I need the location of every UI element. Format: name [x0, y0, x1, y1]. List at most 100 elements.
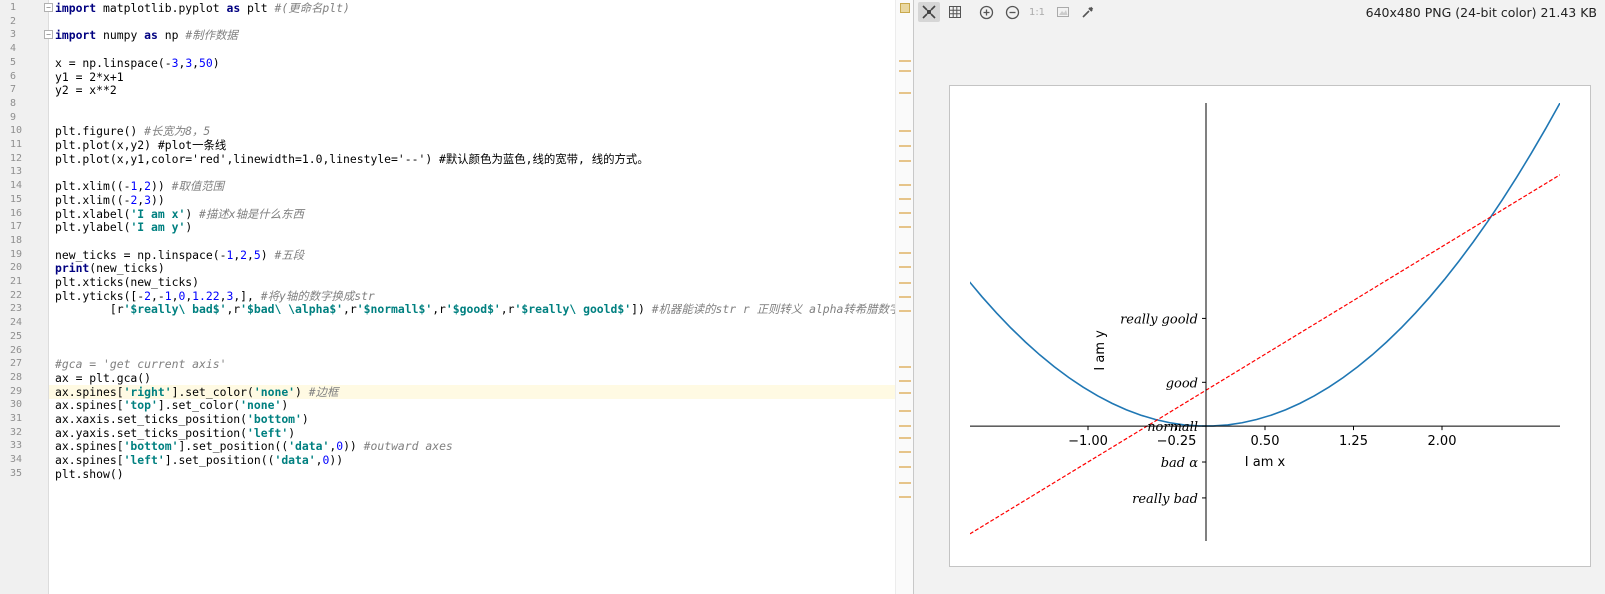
warning-marker[interactable]: [899, 198, 911, 200]
line-number: 30: [10, 399, 23, 411]
warning-marker[interactable]: [899, 145, 911, 147]
code-line[interactable]: [49, 97, 895, 111]
code-line[interactable]: ax = plt.gca(): [49, 371, 895, 385]
warning-marker[interactable]: [899, 296, 911, 298]
series-line-parabola: [970, 103, 1560, 427]
line-number: 34: [10, 454, 23, 466]
line-number: 15: [10, 193, 23, 205]
line-number: 4: [10, 43, 17, 55]
actual-size-icon[interactable]: 1:1: [1026, 2, 1048, 22]
code-line[interactable]: plt.xlim((-1,2)) #取值范围: [49, 179, 895, 193]
viewer-toolbar: 1:1 640x480 PNG (24-bit color) 21.43 KB: [914, 0, 1605, 24]
code-line[interactable]: plt.xlim((-2,3)): [49, 193, 895, 207]
code-line[interactable]: [49, 330, 895, 344]
color-picker-icon[interactable]: [1077, 2, 1099, 22]
code-line[interactable]: [49, 42, 895, 56]
warning-marker[interactable]: [899, 226, 911, 228]
line-number: 7: [10, 84, 17, 96]
code-line[interactable]: print(new_ticks): [49, 261, 895, 275]
code-line[interactable]: [49, 344, 895, 358]
code-line[interactable]: plt.plot(x,y2) #plot一条线: [49, 138, 895, 152]
grid-icon[interactable]: [944, 2, 966, 22]
series-line-linear: [970, 174, 1560, 535]
line-number: 6: [10, 70, 17, 82]
code-line[interactable]: [49, 234, 895, 248]
x-tick-label: −1.00: [1068, 434, 1108, 449]
line-number: 21: [10, 276, 23, 287]
code-line[interactable]: [49, 111, 895, 125]
code-line[interactable]: plt.yticks([-2,-1,0,1.22,3,], #将y轴的数字换成s…: [49, 289, 895, 303]
image-info-label: 640x480 PNG (24-bit color) 21.43 KB: [1365, 5, 1597, 20]
warning-marker[interactable]: [899, 496, 911, 498]
warning-marker[interactable]: [899, 160, 911, 162]
zoom-out-icon[interactable]: [1001, 2, 1023, 22]
warning-marker[interactable]: [899, 392, 911, 394]
warning-marker[interactable]: [899, 130, 911, 132]
code-area[interactable]: import matplotlib.pyplot as plt #(更命名plt…: [49, 0, 895, 594]
warning-marker[interactable]: [899, 410, 911, 412]
line-number: 28: [10, 371, 23, 383]
warning-marker[interactable]: [899, 212, 911, 214]
code-line[interactable]: plt.xlabel('I am x') #描述x轴是什么东西: [49, 207, 895, 221]
warning-marker[interactable]: [899, 380, 911, 382]
line-number: 19: [10, 248, 23, 260]
code-line[interactable]: ax.spines['left'].set_position(('data',0…: [49, 453, 895, 467]
code-line[interactable]: plt.show(): [49, 467, 895, 481]
code-line[interactable]: ax.spines['bottom'].set_position(('data'…: [49, 439, 895, 453]
code-line[interactable]: x = np.linspace(-3,3,50): [49, 56, 895, 70]
background-icon[interactable]: [1052, 2, 1074, 22]
warning-marker[interactable]: [899, 425, 911, 427]
line-number-gutter: 1 2 3 4 5 6 7 8 9 10 11 12 13 14 15 16 17 18 19 20 21 22 23 24 2…: [0, 0, 53, 594]
code-line[interactable]: y2 = x**2: [49, 83, 895, 97]
code-line[interactable]: [49, 316, 895, 330]
warning-marker[interactable]: [899, 70, 911, 72]
line-number: 12: [10, 152, 23, 164]
code-line[interactable]: plt.figure() #长宽为8，5: [49, 124, 895, 138]
line-number: 16: [10, 207, 23, 219]
warning-marker[interactable]: [899, 451, 911, 453]
code-line[interactable]: ax.spines['right'].set_color('none') #边框: [49, 384, 895, 399]
warning-marker[interactable]: [899, 437, 911, 439]
analysis-status-icon[interactable]: [900, 3, 910, 13]
line-number: 2: [10, 15, 17, 27]
zoom-in-icon[interactable]: [975, 2, 997, 22]
y-tick-label: normall: [1147, 420, 1198, 435]
code-line[interactable]: import matplotlib.pyplot as plt #(更命名plt…: [49, 1, 895, 15]
warning-marker[interactable]: [899, 282, 911, 284]
line-number: 23: [10, 303, 23, 315]
code-line[interactable]: [r'$really\ bad$',r'$bad\ \alpha$',r'$no…: [49, 302, 895, 316]
y-tick-label: good: [1166, 376, 1198, 391]
warning-marker[interactable]: [899, 482, 911, 484]
warning-marker[interactable]: [899, 60, 911, 62]
warning-marker[interactable]: [899, 252, 911, 254]
line-number: 26: [10, 344, 23, 356]
line-number: 20: [10, 262, 23, 274]
code-line[interactable]: #gca = 'get current axis': [49, 357, 895, 371]
code-line[interactable]: ax.xaxis.set_ticks_position('bottom'): [49, 412, 895, 426]
warning-marker[interactable]: [899, 266, 911, 268]
code-line[interactable]: plt.xticks(new_ticks): [49, 275, 895, 289]
warning-marker[interactable]: [899, 92, 911, 94]
warning-marker[interactable]: [899, 466, 911, 468]
warning-marker[interactable]: [899, 366, 911, 368]
code-line[interactable]: ax.spines['top'].set_color('none'): [49, 398, 895, 412]
code-line[interactable]: ax.yaxis.set_ticks_position('left'): [49, 426, 895, 440]
x-tick-label: 0.50: [1251, 434, 1280, 449]
y-tick-label: bad α: [1161, 456, 1199, 471]
code-line[interactable]: new_ticks = np.linspace(-1,2,5) #五段: [49, 248, 895, 262]
warning-marker[interactable]: [899, 184, 911, 186]
code-line[interactable]: [49, 165, 895, 179]
code-editor[interactable]: 1 2 3 4 5 6 7 8 9 10 11 12 13 14 15 16 17 18 19 20 21 22 23 24 2…: [0, 0, 913, 594]
code-line[interactable]: plt.ylabel('I am y'): [49, 220, 895, 234]
x-tick-label: 1.25: [1339, 434, 1368, 449]
code-line[interactable]: y1 = 2*x+1: [49, 70, 895, 84]
code-line[interactable]: import numpy as np #制作数据: [49, 28, 895, 42]
image-viewer: 1:1 640x480 PNG (24-bit color) 21.43 KB …: [914, 0, 1605, 594]
code-line[interactable]: plt.plot(x,y1,color='red',linewidth=1.0,…: [49, 152, 895, 166]
warning-marker[interactable]: [899, 310, 911, 312]
x-tick-label: −0.25: [1157, 434, 1197, 449]
code-line[interactable]: [49, 15, 895, 29]
matplotlib-figure: −1.00 −0.25 0.50 1.25 2.00 really bad bad α nor…: [949, 85, 1591, 567]
fit-icon[interactable]: [918, 2, 940, 22]
editor-right-margin: [895, 0, 913, 594]
